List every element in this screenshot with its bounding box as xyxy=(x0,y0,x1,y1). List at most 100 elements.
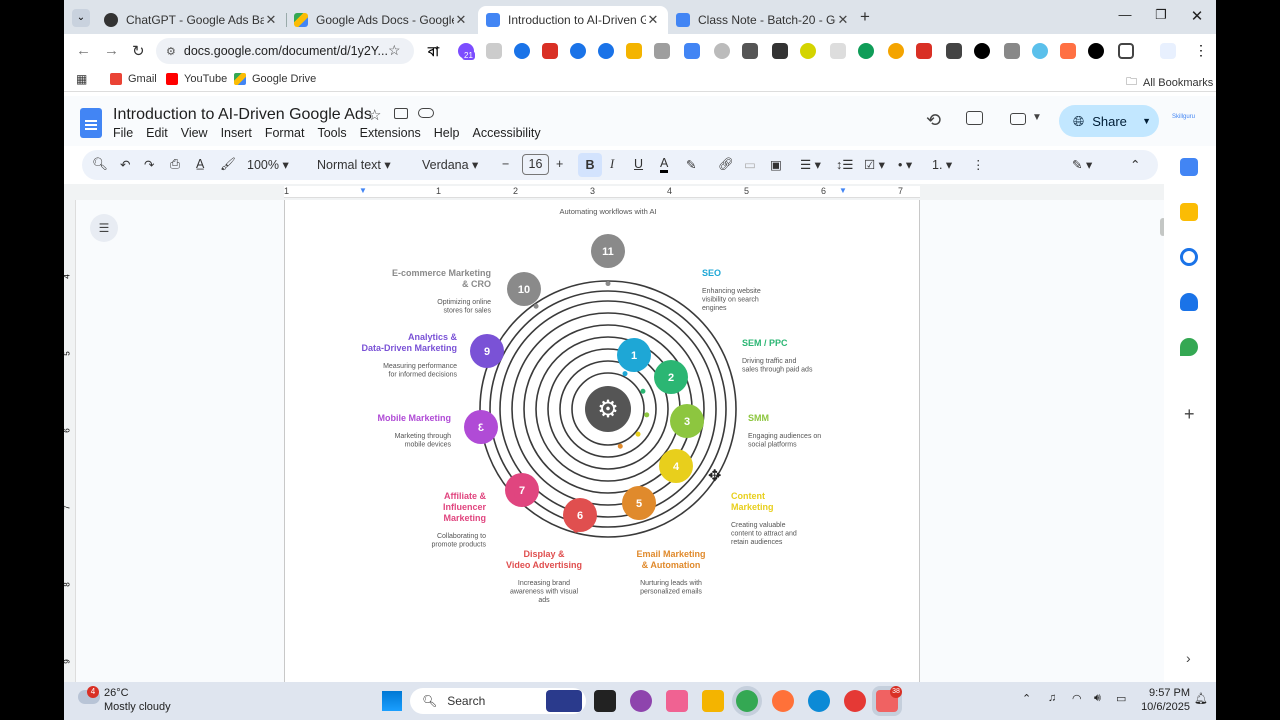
font-size-input[interactable]: 16 xyxy=(522,154,549,175)
line-spacing-icon[interactable]: ↕☰ xyxy=(836,157,853,172)
spellcheck-icon[interactable]: A̲ xyxy=(196,157,204,171)
address-bar[interactable]: ⚙ docs.google.com/document/d/1y2Y... xyxy=(156,38,414,64)
extension-icon[interactable] xyxy=(626,43,642,59)
task-view-icon[interactable] xyxy=(594,690,616,712)
bold-button[interactable]: B xyxy=(578,153,602,177)
extension-icon[interactable] xyxy=(888,43,904,59)
keep-icon[interactable] xyxy=(1180,203,1198,221)
mic-icon[interactable]: ♫ xyxy=(1048,692,1056,704)
maximize-button[interactable]: ❐ xyxy=(1146,7,1176,23)
notification-icon[interactable]: 🔔︎ xyxy=(1194,692,1208,705)
reload-icon[interactable]: ↻ xyxy=(132,42,145,60)
bulleted-list-icon[interactable]: • ▾ xyxy=(898,157,912,172)
volume-icon[interactable]: 🔊︎ xyxy=(1094,692,1101,705)
forward-icon[interactable]: → xyxy=(104,42,119,59)
left-indent-marker[interactable]: ▼ xyxy=(359,186,367,195)
extension-icon[interactable] xyxy=(598,43,614,59)
expand-panel-icon[interactable]: › xyxy=(1186,650,1191,666)
bangla-extension-icon[interactable]: বা xyxy=(428,43,444,59)
search-menus-icon[interactable]: 🔍︎ xyxy=(92,157,108,172)
menu-help[interactable]: Help xyxy=(434,126,460,140)
hide-menus-icon[interactable]: ⌃ xyxy=(1130,157,1140,172)
style-select[interactable]: Normal text ▾ xyxy=(317,157,391,172)
google-docs-logo[interactable] xyxy=(80,108,102,138)
move-folder-icon[interactable] xyxy=(394,108,408,119)
tab-search-button[interactable]: ⌄ xyxy=(72,9,90,27)
decrease-font-size-button[interactable]: − xyxy=(502,157,509,171)
menu-insert[interactable]: Insert xyxy=(221,126,252,140)
menu-tools[interactable]: Tools xyxy=(317,126,346,140)
back-icon[interactable]: ← xyxy=(76,42,91,59)
paint-format-icon[interactable]: 🖌︎ xyxy=(220,157,236,172)
extension-icon[interactable] xyxy=(514,43,530,59)
extension-icon[interactable] xyxy=(1004,43,1020,59)
close-icon[interactable]: ✕ xyxy=(264,12,278,28)
extension-icon[interactable] xyxy=(542,43,558,59)
text-color-button[interactable]: A xyxy=(660,157,669,173)
align-icon[interactable]: ☰ ▾ xyxy=(800,157,821,172)
tab-introduction[interactable]: Introduction to AI-Driven Goog ✕ xyxy=(478,6,668,34)
globe-extension-icon[interactable] xyxy=(714,43,730,59)
extension-icon[interactable] xyxy=(916,43,932,59)
insert-image-icon[interactable]: ▣ xyxy=(770,157,782,172)
italic-button[interactable]: I xyxy=(610,157,614,172)
battery-icon[interactable]: ▭ xyxy=(1116,692,1126,705)
calendar-icon[interactable] xyxy=(1180,158,1198,176)
document-page[interactable]: ⚙ Automating workflows with AI 1 SEO Enhan… xyxy=(284,200,920,682)
bookmark-youtube[interactable]: YouTube xyxy=(166,73,227,85)
undo-icon[interactable]: ↶ xyxy=(120,157,130,172)
wifi-icon[interactable]: ◠ xyxy=(1072,692,1082,705)
bookmark-gmail[interactable]: Gmail xyxy=(110,73,157,85)
version-history-icon[interactable]: ⟲ xyxy=(926,110,941,131)
all-bookmarks[interactable]: 🗀 All Bookmarks xyxy=(1126,73,1213,92)
layers-extension-icon[interactable] xyxy=(742,43,758,59)
menu-file[interactable]: File xyxy=(113,126,133,140)
share-button[interactable]: 🌐︎ Share ▼ xyxy=(1059,105,1159,137)
editing-mode-icon[interactable]: ✎ ▾ xyxy=(1072,157,1092,172)
tab-class-note[interactable]: Class Note - Batch-20 - Google ✕ xyxy=(668,6,858,34)
translate-extension-icon[interactable] xyxy=(684,43,700,59)
chevron-down-icon[interactable]: ▼ xyxy=(1142,116,1151,126)
clock-time[interactable]: 9:57 PM xyxy=(1140,687,1190,699)
file-explorer-icon[interactable] xyxy=(702,690,724,712)
profile-avatar[interactable] xyxy=(1160,43,1176,59)
link-icon[interactable]: 🔗︎ xyxy=(718,157,734,172)
comments-icon[interactable] xyxy=(966,111,983,125)
firefox-icon[interactable] xyxy=(772,690,794,712)
code-extension-icon[interactable] xyxy=(486,43,502,59)
font-select[interactable]: Verdana ▾ xyxy=(422,157,478,172)
edge-icon[interactable] xyxy=(808,690,830,712)
close-icon[interactable]: ✕ xyxy=(646,12,660,28)
extension-icon[interactable] xyxy=(1032,43,1048,59)
horizontal-ruler[interactable]: 1 ▼ 1 2 3 4 5 6 ▼ 7 xyxy=(284,186,920,198)
document-outline-button[interactable]: ☰ xyxy=(90,214,118,242)
numbered-list-icon[interactable]: 1. ▾ xyxy=(932,157,952,172)
extension-icon[interactable] xyxy=(570,43,586,59)
apps-grid-icon[interactable]: ▦ xyxy=(76,72,87,86)
checklist-icon[interactable]: ☑ ▾ xyxy=(864,157,885,172)
menu-view[interactable]: View xyxy=(181,126,208,140)
menu-accessibility[interactable]: Accessibility xyxy=(473,126,541,140)
tab-chatgpt[interactable]: ChatGPT - Google Ads Batch-2( ✕ xyxy=(96,6,286,34)
document-title[interactable]: Introduction to AI-Driven Google Ads xyxy=(113,106,372,124)
tab-google-ads-docs[interactable]: Google Ads Docs - Google Driv ✕ xyxy=(286,6,476,34)
clock-date[interactable]: 10/6/2025 xyxy=(1132,701,1190,713)
more-options-icon[interactable]: ⋮ xyxy=(972,157,985,172)
new-tab-button[interactable]: + xyxy=(860,7,870,27)
close-window-button[interactable]: ✕ xyxy=(1182,7,1212,25)
redo-icon[interactable]: ↷ xyxy=(144,157,154,172)
highlight-icon[interactable]: ✎ xyxy=(686,157,696,172)
zoom-select[interactable]: 100% ▾ xyxy=(247,157,289,172)
add-addon-icon[interactable]: + xyxy=(1184,404,1195,425)
chevron-up-icon[interactable]: ⌃ xyxy=(1022,692,1031,705)
extension-icon[interactable] xyxy=(946,43,962,59)
extension-icon[interactable] xyxy=(800,43,816,59)
tasks-icon[interactable] xyxy=(1180,248,1198,266)
copilot-icon[interactable] xyxy=(666,690,688,712)
maps-icon[interactable] xyxy=(1180,338,1198,356)
extension-icon[interactable] xyxy=(772,43,788,59)
underline-button[interactable]: U xyxy=(634,157,643,171)
windows-start-icon[interactable] xyxy=(382,691,402,711)
contacts-icon[interactable] xyxy=(1180,293,1198,311)
menu-edit[interactable]: Edit xyxy=(146,126,168,140)
